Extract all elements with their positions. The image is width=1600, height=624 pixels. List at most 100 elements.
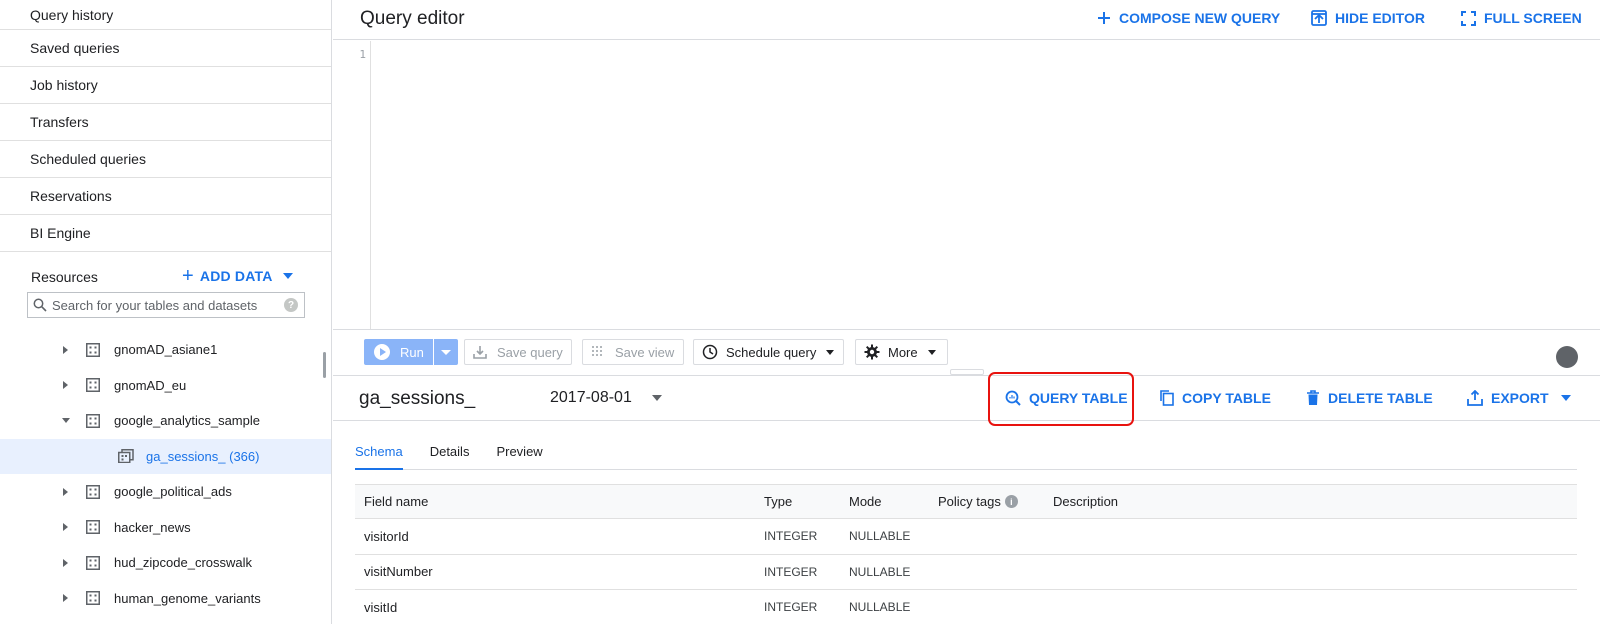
add-data-button[interactable]: + ADD DATA (182, 265, 293, 287)
col-type: Type (764, 494, 793, 509)
fullscreen-icon (1461, 10, 1476, 26)
collapse-arrow-icon[interactable] (62, 418, 70, 424)
view-grid-icon (591, 345, 605, 359)
tree-item[interactable]: hud_zipcode_crosswalk (0, 545, 331, 581)
tab-details[interactable]: Details (430, 436, 470, 470)
line-gutter: 1 (333, 41, 371, 329)
expand-arrow-icon[interactable] (63, 487, 68, 496)
nav-reservations[interactable]: Reservations (0, 178, 331, 215)
chevron-down-icon (1560, 395, 1571, 401)
dataset-icon (86, 555, 100, 570)
table-row: visitId INTEGER NULLABLE (355, 590, 1577, 624)
export-label: EXPORT (1491, 390, 1549, 406)
clock-icon (702, 344, 718, 360)
query-editor[interactable]: 1 (333, 41, 1600, 329)
expand-arrow-icon[interactable] (63, 523, 68, 532)
full-screen-button[interactable]: FULL SCREEN (1461, 10, 1582, 26)
resources-header: Resources + ADD DATA (0, 262, 331, 292)
nav-saved-queries[interactable]: Saved queries (0, 30, 331, 67)
run-button[interactable]: Run (364, 339, 433, 365)
save-view-button[interactable]: Save view (582, 339, 684, 365)
tree-item-selected[interactable]: ga_sessions_ (366) (0, 438, 331, 474)
page-title: Query editor (360, 8, 465, 29)
tree-item-label: google_analytics_sample (114, 413, 260, 429)
schedule-label: Schedule query (726, 344, 817, 360)
nav-label: BI Engine (30, 225, 91, 241)
nav-bi-engine[interactable]: BI Engine (0, 215, 331, 252)
help-icon[interactable]: ? (284, 298, 298, 312)
tree-item-label: google_political_ads (114, 484, 232, 500)
table-header: ga_sessions_ 2017-08-01 QUERY TABLE COPY… (333, 375, 1600, 421)
expand-arrow-icon[interactable] (63, 345, 68, 354)
save-view-label: Save view (615, 344, 675, 360)
field-mode: NULLABLE (849, 600, 911, 615)
nav-label: Query history (30, 6, 114, 23)
sidebar: Query history Saved queries Job history … (0, 0, 332, 624)
tree-item[interactable]: hacker_news (0, 510, 331, 546)
resource-tree: gnomAD_asiane1 gnomAD_eu google_analytic… (0, 332, 331, 617)
tree-item[interactable]: gnomAD_eu (0, 368, 331, 404)
col-policy-tags: Policy tags i (938, 494, 1018, 509)
tree-item-label: gnomAD_eu (114, 377, 187, 393)
col-field-name: Field name (364, 494, 429, 509)
play-icon (374, 344, 390, 360)
partitioned-table-icon (118, 449, 134, 464)
expand-arrow-icon[interactable] (63, 558, 68, 567)
search-icon (28, 298, 52, 312)
tree-item-label: human_genome_variants (114, 590, 261, 606)
info-icon[interactable]: i (1004, 495, 1018, 508)
trash-icon (1306, 390, 1320, 406)
partition-value: 2017-08-01 (550, 389, 632, 406)
run-options-dropdown[interactable] (433, 339, 458, 365)
chevron-down-icon (927, 349, 936, 355)
run-label: Run (400, 344, 424, 360)
save-query-button[interactable]: Save query (464, 339, 572, 365)
nav-job-history[interactable]: Job history (0, 67, 331, 104)
hide-editor-icon (1311, 10, 1327, 26)
copy-table-button[interactable]: COPY TABLE (1160, 390, 1271, 406)
add-data-label: ADD DATA (199, 268, 273, 284)
more-button[interactable]: More (855, 339, 948, 365)
hide-editor-button[interactable]: HIDE EDITOR (1311, 10, 1425, 26)
schedule-query-button[interactable]: Schedule query (693, 339, 844, 365)
expand-arrow-icon[interactable] (63, 594, 68, 603)
schema-table: Field name Type Mode Policy tags i Descri… (355, 484, 1577, 624)
field-type: INTEGER (764, 564, 818, 579)
gear-icon (864, 344, 880, 360)
nav-label: Reservations (30, 188, 112, 204)
tree-item[interactable]: google_political_ads (0, 474, 331, 510)
nav-query-history[interactable]: Query history (0, 0, 331, 30)
dataset-icon (86, 591, 100, 606)
field-mode: NULLABLE (849, 564, 911, 579)
nav-label: Job history (30, 77, 98, 93)
tree-item[interactable]: gnomAD_asiane1 (0, 332, 331, 368)
field-name: visitNumber (364, 564, 433, 580)
plus-icon: + (182, 265, 194, 287)
chevron-down-icon (282, 273, 293, 279)
main-panel: Query editor COMPOSE NEW QUERY HIDE EDIT… (333, 0, 1600, 624)
sidebar-scrollbar[interactable] (323, 352, 326, 378)
tree-item-label: ga_sessions_ (366) (146, 448, 260, 464)
compose-new-query-button[interactable]: COMPOSE NEW QUERY (1097, 10, 1280, 26)
more-label: More (888, 344, 918, 360)
table-tabs: Schema Details Preview (355, 436, 1577, 470)
tab-preview[interactable]: Preview (496, 436, 542, 470)
tree-item[interactable]: google_analytics_sample (0, 403, 331, 439)
compose-label: COMPOSE NEW QUERY (1119, 10, 1281, 26)
tab-schema[interactable]: Schema (355, 436, 403, 470)
table-row: visitNumber INTEGER NULLABLE (355, 555, 1577, 590)
dataset-icon (86, 484, 100, 499)
nav-label: Scheduled queries (30, 151, 146, 167)
schema-header-row: Field name Type Mode Policy tags i Descri… (355, 484, 1577, 519)
run-button-group: Run (364, 339, 458, 365)
export-button[interactable]: EXPORT (1467, 390, 1571, 406)
partition-select[interactable]: 2017-08-01 (550, 389, 662, 407)
search-input[interactable] (52, 297, 284, 313)
delete-table-button[interactable]: DELETE TABLE (1306, 390, 1433, 406)
resource-search[interactable]: ? (27, 292, 305, 318)
nav-transfers[interactable]: Transfers (0, 104, 331, 141)
expand-arrow-icon[interactable] (63, 381, 68, 390)
nav-scheduled-queries[interactable]: Scheduled queries (0, 141, 331, 178)
tree-item[interactable]: human_genome_variants (0, 581, 331, 617)
resources-label: Resources (31, 269, 98, 285)
